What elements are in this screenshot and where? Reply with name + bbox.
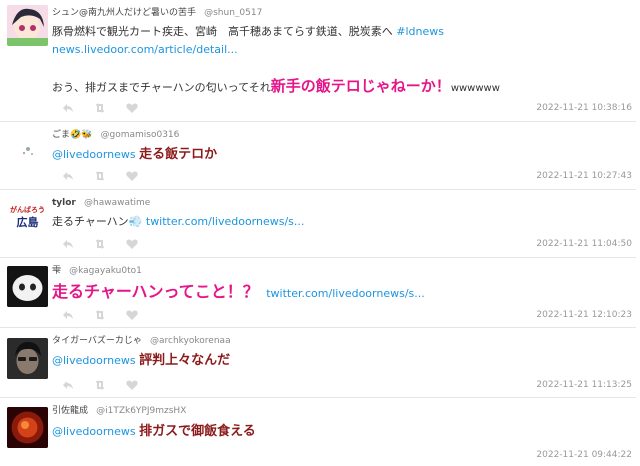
display-name[interactable]: 引佐龍成 bbox=[52, 406, 88, 415]
screen-name[interactable]: @shun_0517 bbox=[204, 8, 262, 17]
like-icon[interactable] bbox=[126, 170, 138, 182]
mention-link[interactable]: @livedoornews bbox=[52, 354, 136, 367]
timestamp[interactable]: 2022-11-21 12:10:23 bbox=[536, 310, 632, 320]
screen-name[interactable]: @i1TZk6YPJ9mzsHX bbox=[96, 406, 186, 415]
timestamp[interactable]: 2022-11-21 10:38:16 bbox=[536, 103, 632, 113]
mention-link[interactable]: @livedoornews bbox=[52, 148, 136, 161]
avatar[interactable] bbox=[7, 266, 48, 307]
tweet-emphasis-text: 走るチャーハンってこと！？ bbox=[52, 282, 259, 301]
display-name[interactable]: タイガーバズーカじゃ bbox=[52, 336, 142, 345]
display-name[interactable]: tylor bbox=[52, 198, 76, 207]
timestamp[interactable]: 2022-11-21 11:04:50 bbox=[536, 239, 632, 249]
timestamp[interactable]: 2022-11-21 10:27:43 bbox=[536, 171, 632, 181]
retweet-icon[interactable] bbox=[94, 379, 106, 391]
avatar-caption: がんばろう bbox=[10, 205, 45, 214]
retweet-icon[interactable] bbox=[94, 238, 106, 250]
tweet-feed: シュン@南九州人だけど暑いの苦手 @shun_0517 豚骨燃料で観光カート疾走… bbox=[0, 0, 640, 466]
reply-icon[interactable] bbox=[62, 102, 74, 114]
tweet-emphasis-text: 排ガスで御飯食える bbox=[139, 424, 256, 439]
screen-name[interactable]: @gomamiso0316 bbox=[101, 130, 180, 139]
tweet-emphasis-text: 新手の飯テロじゃねーか！ bbox=[270, 77, 451, 95]
tweet-text: 走るチャーハン💨 bbox=[52, 215, 143, 228]
tweet-item: シュン@南九州人だけど暑いの苦手 @shun_0517 豚骨燃料で観光カート疾走… bbox=[0, 0, 636, 121]
avatar[interactable] bbox=[7, 407, 48, 448]
article-link[interactable]: news.livedoor.com/article/detail... bbox=[52, 43, 238, 56]
screen-name[interactable]: @kagayaku0to1 bbox=[69, 266, 142, 275]
display-name[interactable]: ごま🤣🐝 bbox=[52, 130, 92, 139]
tweet-item: ごま🤣🐝 @gomamiso0316 @livedoornews 走る飯テロか … bbox=[0, 122, 636, 188]
timestamp[interactable]: 2022-11-21 09:44:22 bbox=[536, 450, 632, 460]
avatar-caption: 広島 bbox=[17, 215, 39, 229]
tweet-link[interactable]: twitter.com/livedoornews/s... bbox=[266, 287, 425, 300]
mention-link[interactable]: @livedoornews bbox=[52, 425, 136, 438]
like-icon[interactable] bbox=[126, 238, 138, 250]
retweet-icon[interactable] bbox=[94, 102, 106, 114]
tweet-item: タイガーバズーカじゃ @archkyokorenaa @livedoornews… bbox=[0, 328, 636, 396]
reply-icon[interactable] bbox=[62, 379, 74, 391]
like-icon[interactable] bbox=[126, 309, 138, 321]
reply-icon[interactable] bbox=[62, 170, 74, 182]
display-name[interactable]: 雫 bbox=[52, 266, 61, 275]
retweet-icon[interactable] bbox=[94, 170, 106, 182]
tweet-text-suffix: wwwwww bbox=[450, 83, 500, 94]
tweet-item: 雫 @kagayaku0to1 走るチャーハンってこと！？ twitter.co… bbox=[0, 258, 636, 326]
reply-icon[interactable] bbox=[62, 309, 74, 321]
display-name[interactable]: シュン@南九州人だけど暑いの苦手 bbox=[52, 8, 196, 17]
reply-icon[interactable] bbox=[62, 238, 74, 250]
like-icon[interactable] bbox=[126, 102, 138, 114]
tweet-link[interactable]: twitter.com/livedoornews/s... bbox=[146, 215, 305, 228]
avatar[interactable] bbox=[7, 338, 48, 379]
tweet-emphasis-text: 走る飯テロか bbox=[139, 147, 218, 162]
screen-name[interactable]: @hawawatime bbox=[84, 198, 150, 207]
retweet-icon[interactable] bbox=[94, 309, 106, 321]
like-icon[interactable] bbox=[126, 379, 138, 391]
tweet-emphasis-text: 評判上々なんだ bbox=[139, 353, 231, 368]
timestamp[interactable]: 2022-11-21 11:13:25 bbox=[536, 380, 632, 390]
avatar[interactable]: がんばろう 広島 bbox=[7, 195, 48, 236]
tweet-item: 引佐龍成 @i1TZk6YPJ9mzsHX @livedoornews 排ガスで… bbox=[0, 398, 636, 466]
tweet-item: がんばろう 広島 tylor @hawawatime 走るチャーハン💨 twit… bbox=[0, 190, 636, 256]
avatar[interactable] bbox=[7, 5, 48, 46]
tweet-text: 豚骨燃料で観光カート疾走、宮崎 高千穂あまてらす鉄道、脱炭素へ bbox=[52, 25, 393, 38]
avatar[interactable] bbox=[7, 127, 48, 168]
tweet-text: おう、排ガスまでチャーハンの匂いってそれ bbox=[52, 81, 271, 94]
hashtag-link[interactable]: #ldnews bbox=[396, 25, 444, 38]
screen-name[interactable]: @archkyokorenaa bbox=[150, 336, 231, 345]
